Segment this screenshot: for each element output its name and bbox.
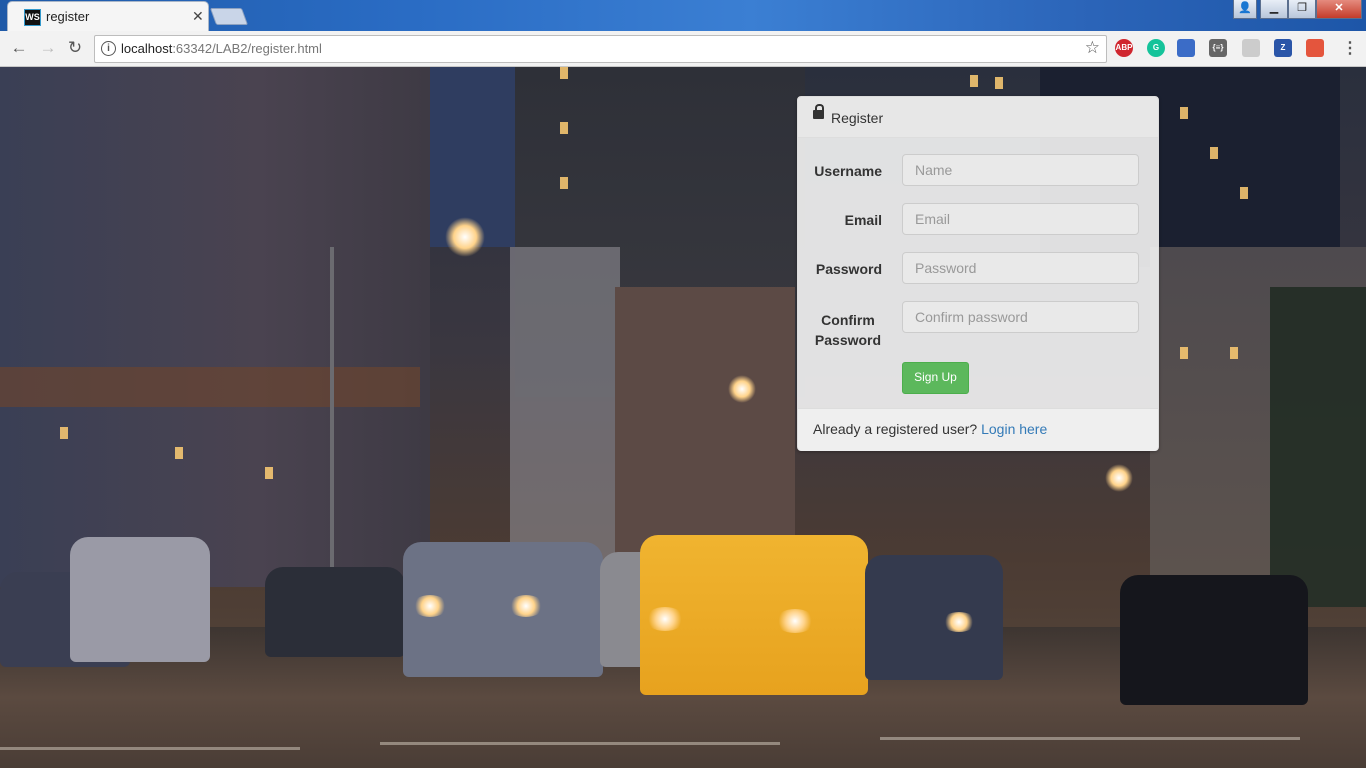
window-light (175, 447, 183, 459)
browser-tab[interactable]: WS register ✕ (8, 2, 208, 31)
forward-arrow-icon[interactable]: → (37, 37, 59, 59)
confirm-label-line1: Confirm (821, 312, 875, 328)
register-panel: Register Username Email Password Confirm… (797, 96, 1159, 451)
url-host: localhost (121, 41, 173, 56)
lane-marking (0, 747, 300, 750)
back-arrow-icon[interactable]: ← (8, 37, 30, 59)
lane-marking (380, 742, 780, 745)
panel-title: Register (831, 110, 884, 126)
minimize-button[interactable]: ▁ (1260, 0, 1288, 19)
confirm-password-label: Confirm Password (798, 310, 898, 350)
window-light (60, 427, 68, 439)
page-background (0, 67, 1366, 768)
grammarly-icon[interactable]: G (1147, 39, 1165, 57)
email-input[interactable] (902, 203, 1139, 235)
bookmark-star-icon[interactable]: ☆ (1085, 38, 1100, 58)
sign-up-button[interactable]: Sign Up (902, 362, 969, 394)
tree (1270, 287, 1366, 607)
photo-extension-icon[interactable] (1306, 39, 1324, 57)
chrome-menu-icon[interactable]: ⋮ (1342, 38, 1358, 58)
email-label: Email (844, 212, 882, 228)
black-sedan (1120, 575, 1308, 705)
username-input[interactable] (902, 154, 1139, 186)
json-viewer-icon[interactable]: {≡} (1209, 39, 1227, 57)
window-light (1180, 107, 1188, 119)
headlight (775, 609, 815, 633)
street-light (728, 375, 756, 403)
window-light (1230, 347, 1238, 359)
window-light (265, 467, 273, 479)
left-building-band (0, 367, 420, 407)
already-registered-text: Already a registered user? (813, 421, 978, 437)
close-window-button[interactable]: ✕ (1316, 0, 1362, 19)
url-text: localhost:63342/LAB2/register.html (121, 41, 322, 56)
left-building (0, 67, 430, 587)
confirm-password-input[interactable] (902, 301, 1139, 333)
bookmark-extension-icon[interactable] (1177, 39, 1195, 57)
lane-marking (880, 737, 1300, 740)
white-van (70, 537, 210, 662)
parked-car (265, 567, 405, 657)
headlight (645, 607, 685, 631)
confirm-label-line2: Password (814, 332, 882, 348)
panel-heading: Register (798, 97, 1158, 138)
username-label: Username (814, 163, 882, 179)
tab-title: register (46, 9, 90, 24)
headlight (508, 595, 544, 617)
browser-toolbar: ← → ↻ i localhost:63342/LAB2/register.ht… (0, 31, 1366, 67)
window-light (560, 67, 568, 79)
tab-close-icon[interactable]: ✕ (192, 8, 204, 25)
password-input[interactable] (902, 252, 1139, 284)
headlight (412, 595, 448, 617)
window-light (995, 77, 1003, 89)
window-light (1210, 147, 1218, 159)
lock-icon (813, 104, 824, 119)
new-tab-button[interactable] (209, 8, 249, 25)
reload-icon[interactable]: ↻ (64, 37, 86, 59)
lamp-post (330, 247, 334, 577)
login-link[interactable]: Login here (981, 421, 1047, 437)
restore-button[interactable]: ❐ (1288, 0, 1316, 19)
dark-suv (865, 555, 1003, 680)
url-path: :63342/LAB2/register.html (172, 41, 322, 56)
webstorm-favicon-icon: WS (24, 9, 41, 26)
window-light (1240, 187, 1248, 199)
password-label: Password (815, 261, 882, 277)
zotero-icon[interactable]: Z (1274, 39, 1292, 57)
panel-footer: Already a registered user? Login here (798, 408, 1158, 451)
footer-text: Already a registered user? Login here (813, 421, 1047, 437)
info-icon[interactable]: i (101, 41, 116, 56)
street-light (445, 217, 485, 257)
window-light (560, 122, 568, 134)
window-light (1180, 347, 1188, 359)
address-bar[interactable]: i localhost:63342/LAB2/register.html ☆ (94, 35, 1107, 63)
window-light (970, 75, 978, 87)
adblock-plus-icon[interactable]: ABP (1115, 39, 1133, 57)
white-building (510, 247, 620, 567)
user-profile-icon[interactable]: 👤 (1233, 0, 1257, 19)
extension-icon[interactable] (1242, 39, 1260, 57)
window-light (560, 177, 568, 189)
browser-titlebar: WS register ✕ 👤 ▁ ❐ ✕ (0, 0, 1366, 31)
street-light (1105, 464, 1133, 492)
headlight (942, 612, 976, 632)
